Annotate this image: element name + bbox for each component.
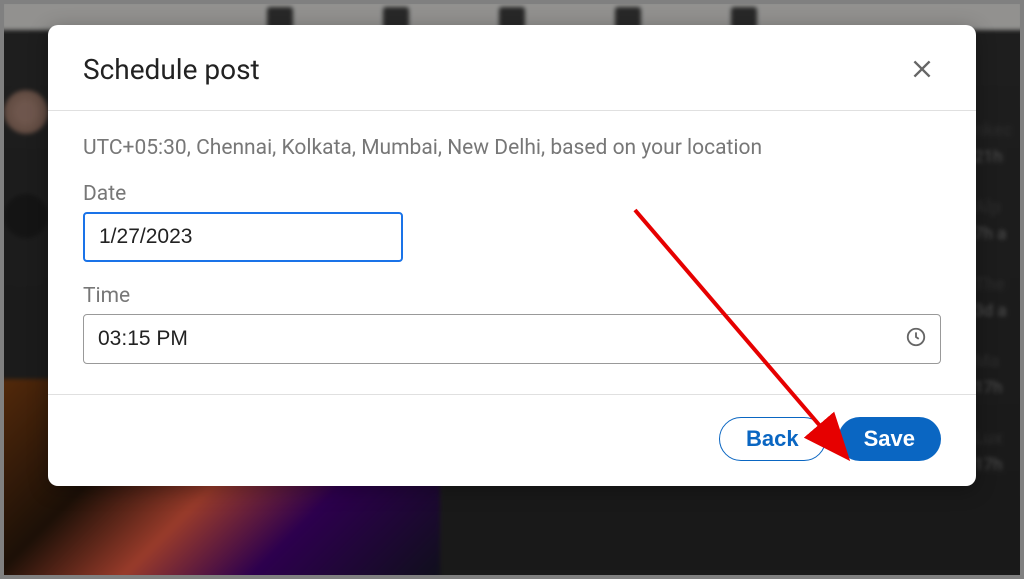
time-field-group: Time (83, 284, 941, 364)
date-field-group: Date (83, 182, 941, 262)
timezone-info: UTC+05:30, Chennai, Kolkata, Mumbai, New… (83, 136, 941, 160)
back-button[interactable]: Back (719, 417, 826, 461)
modal-body: UTC+05:30, Chennai, Kolkata, Mumbai, New… (48, 111, 976, 394)
time-input-wrapper (83, 314, 941, 364)
save-button[interactable]: Save (838, 417, 941, 461)
date-label: Date (83, 182, 941, 206)
time-label: Time (83, 284, 941, 308)
time-input[interactable] (83, 314, 941, 364)
modal-footer: Back Save (48, 394, 976, 486)
schedule-post-modal: Schedule post UTC+05:30, Chennai, Kolkat… (48, 25, 976, 486)
modal-title: Schedule post (83, 53, 260, 86)
close-icon (909, 56, 935, 82)
close-button[interactable] (903, 50, 941, 88)
modal-header: Schedule post (48, 25, 976, 111)
clock-icon (905, 326, 927, 352)
date-input[interactable] (83, 212, 403, 262)
